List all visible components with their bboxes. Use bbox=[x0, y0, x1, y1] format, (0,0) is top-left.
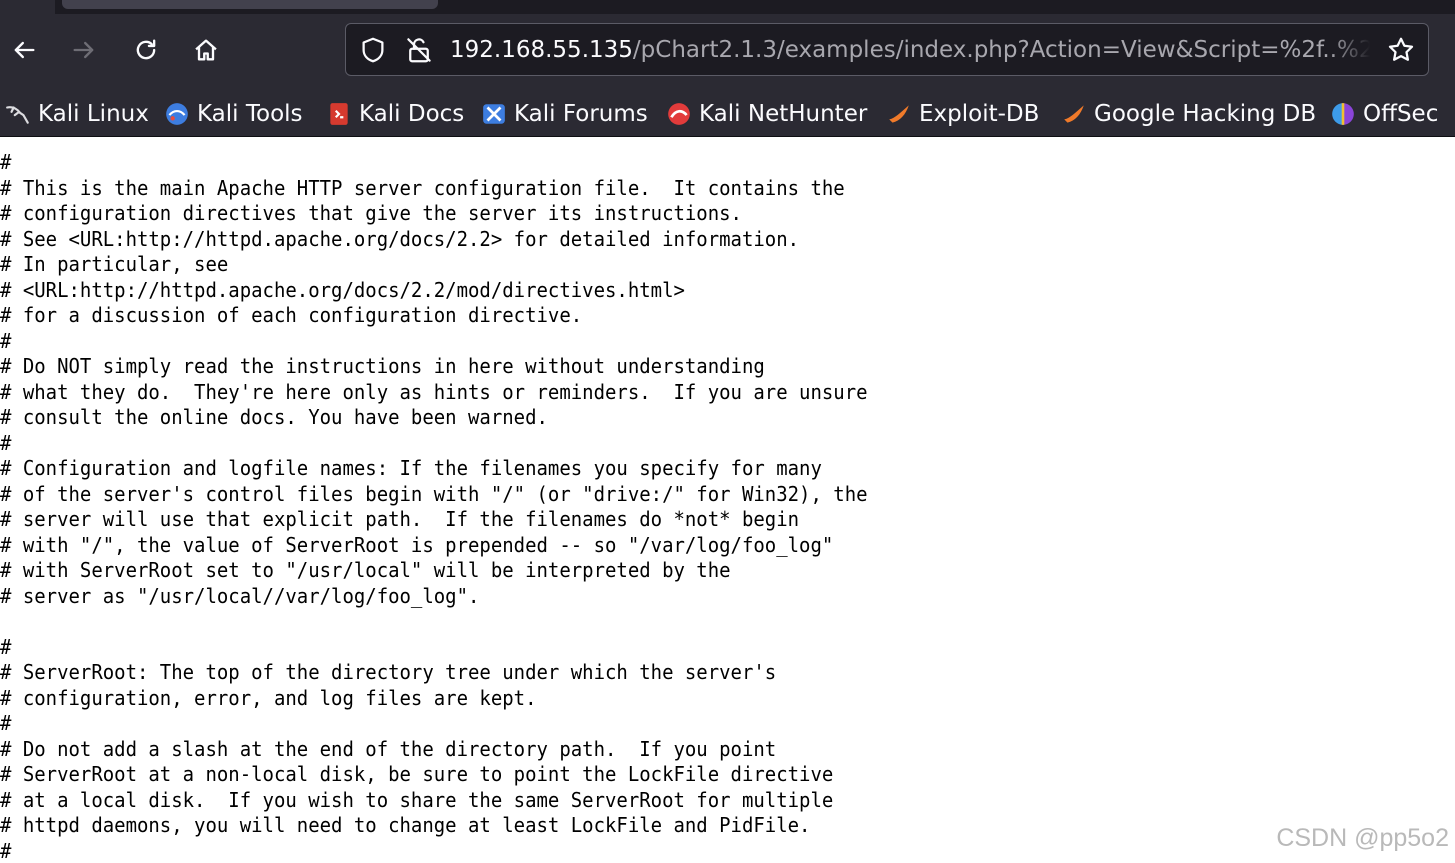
bookmark-label: Kali Linux bbox=[38, 101, 149, 127]
home-icon bbox=[192, 36, 220, 68]
kali-forums-icon bbox=[480, 101, 508, 127]
bookmark-label: OffSec bbox=[1363, 101, 1439, 127]
offsec-icon bbox=[1329, 101, 1357, 127]
back-arrow-icon bbox=[10, 36, 38, 68]
bookmark-offsec[interactable]: OffSec bbox=[1329, 96, 1438, 132]
bookmark-kali-tools[interactable]: Kali Tools bbox=[163, 96, 303, 132]
bookmark-label: Kali Docs bbox=[359, 101, 465, 127]
forward-arrow-icon bbox=[70, 36, 98, 68]
url-fade bbox=[1330, 35, 1370, 65]
navigation-toolbar: 192.168.55.135/pChart2.1.3/examples/inde… bbox=[0, 14, 1455, 90]
bookmark-label: Kali Tools bbox=[197, 101, 303, 127]
url-path: /pChart2.1.3/examples/index.php?Action=V… bbox=[632, 37, 1370, 63]
tracking-shield-icon[interactable] bbox=[358, 35, 388, 65]
url-host: 192.168.55.135 bbox=[450, 37, 633, 63]
kali-docs-icon bbox=[325, 101, 353, 127]
reload-icon bbox=[132, 36, 160, 68]
kali-tools-icon bbox=[163, 101, 191, 127]
active-tab[interactable] bbox=[62, 0, 438, 9]
tab-strip-left bbox=[0, 0, 55, 14]
insecure-lock-icon[interactable] bbox=[404, 35, 434, 65]
bookmark-kali-forums[interactable]: Kali Forums bbox=[480, 96, 648, 132]
kali-dragon-icon bbox=[4, 101, 32, 127]
bookmark-star-icon[interactable] bbox=[1386, 35, 1416, 65]
bookmark-kali-linux[interactable]: Kali Linux bbox=[4, 96, 149, 132]
bookmark-label: Google Hacking DB bbox=[1094, 101, 1317, 127]
bookmark-kali-nethunter[interactable]: Kali NetHunter bbox=[665, 96, 867, 132]
url-text[interactable]: 192.168.55.135/pChart2.1.3/examples/inde… bbox=[450, 35, 1370, 65]
exploit-db-icon bbox=[885, 101, 913, 127]
home-button[interactable] bbox=[184, 30, 228, 74]
forward-button[interactable] bbox=[62, 30, 106, 74]
page-content: # # This is the main Apache HTTP server … bbox=[0, 138, 1455, 863]
csdn-watermark: CSDN @pp5o2 bbox=[1276, 824, 1449, 852]
bookmark-google-hacking-db[interactable]: Google Hacking DB bbox=[1060, 96, 1316, 132]
kali-nethunter-icon bbox=[665, 101, 693, 127]
bookmarks-toolbar: Kali Linux Kali Tools Kali Docs Kali For… bbox=[0, 90, 1455, 137]
bookmark-kali-docs[interactable]: Kali Docs bbox=[325, 96, 464, 132]
bookmark-label: Kali Forums bbox=[514, 101, 648, 127]
bookmark-label: Exploit-DB bbox=[919, 101, 1040, 127]
bookmark-exploit-db[interactable]: Exploit-DB bbox=[885, 96, 1039, 132]
back-button[interactable] bbox=[2, 30, 46, 74]
reload-button[interactable] bbox=[124, 30, 168, 74]
tab-strip bbox=[0, 0, 1455, 14]
bookmark-label: Kali NetHunter bbox=[699, 101, 868, 127]
address-bar[interactable]: 192.168.55.135/pChart2.1.3/examples/inde… bbox=[345, 23, 1429, 76]
config-file-text: # # This is the main Apache HTTP server … bbox=[0, 150, 868, 863]
google-hacking-db-icon bbox=[1060, 101, 1088, 127]
